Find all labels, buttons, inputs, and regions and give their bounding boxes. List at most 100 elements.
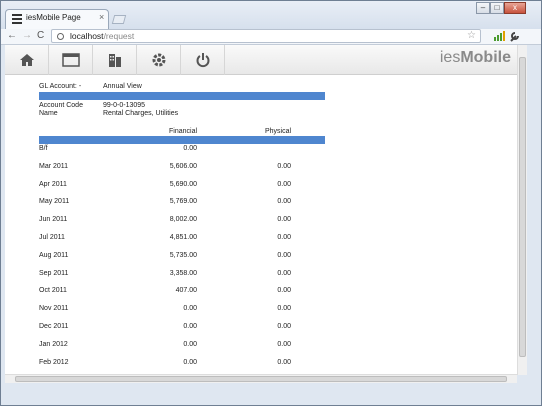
close-window-button[interactable]: x [504,2,526,14]
column-header-financial: Financial [169,128,198,135]
table-row: Jan 2012 0.00 0.00 [39,341,329,359]
period-label: Aug 2011 [39,251,69,259]
address-bar[interactable]: localhost/request ☆ [51,29,481,43]
wrench-icon[interactable] [509,31,520,42]
financial-value: 3,358.00 [169,269,197,277]
period-rows: B/f 0.00 Mar 2011 5,606.00 0.00 Apr 2011 5,690… [39,145,329,375]
financial-value: 0.00 [183,358,197,366]
physical-value: 0.00 [277,233,291,241]
browser-tab[interactable]: iesMobile Page × [5,9,109,29]
period-label: Jun 2011 [39,216,68,224]
period-label: Nov 2011 [39,305,69,313]
financial-value: 0.00 [183,145,197,152]
table-row: Aug 2011 5,735.00 0.00 [39,252,329,270]
financial-value: 5,735.00 [169,251,197,259]
maximize-button[interactable]: □ [490,2,504,14]
table-row: Oct 2011 407.00 0.00 [39,287,329,305]
url-host: localhost [70,31,104,41]
minimize-button[interactable]: – [476,2,490,14]
home-icon [19,54,34,66]
url-path: /request [103,31,135,41]
gl-account-label: GL Account: - [39,83,82,90]
financial-value: 5,606.00 [169,162,197,170]
window-icon [61,53,80,67]
physical-value: 0.00 [277,180,291,188]
power-icon [196,53,209,68]
back-button[interactable]: ← [7,30,17,41]
table-row: B/f 0.00 [39,145,329,163]
period-label: B/f [39,145,48,152]
period-label: Apr 2011 [39,180,67,188]
building-icon [108,54,121,67]
gl-view-label: Annual View [103,83,142,90]
title-bar: iesMobile Page × – □ x [1,1,541,29]
home-button[interactable] [5,45,49,75]
physical-value: 0.00 [277,269,291,277]
financial-value: 0.00 [183,305,197,313]
gl-report: GL Account: - Annual View Account Code 9… [39,83,329,375]
financial-value: 5,769.00 [169,198,197,206]
account-code-label: Account Code [39,102,83,109]
horizontal-scroll-thumb[interactable] [15,376,507,382]
period-label: Oct 2011 [39,287,67,295]
physical-value: 0.00 [277,358,291,366]
app-brand-logo: iesMobile [439,49,511,66]
page-viewport: iesMobile GL Account: - Annual View Acco… [5,45,517,375]
column-header-physical: Physical [265,128,292,135]
period-label: Jul 2011 [39,233,65,241]
physical-value: 0.00 [277,287,291,295]
header-divider-bar [39,92,325,100]
horizontal-scrollbar[interactable] [5,374,517,383]
physical-value: 0.00 [277,305,291,313]
physical-value: 0.00 [277,162,291,170]
table-row: Jun 2011 8,002.00 0.00 [39,216,329,234]
vertical-scrollbar[interactable] [517,45,527,375]
table-row: Sep 2011 3,358.00 0.00 [39,270,329,288]
table-divider-bar [39,136,325,144]
physical-value: 0.00 [277,340,291,348]
page-favicon-icon [12,14,22,24]
financial-value: 8,002.00 [169,216,197,224]
tab-title: iesMobile Page [26,13,81,22]
reports-button[interactable] [93,45,137,75]
period-label: Jan 2012 [39,340,68,348]
financial-value: 0.00 [183,322,197,330]
table-row: Dec 2011 0.00 0.00 [39,323,329,341]
settings-button[interactable] [137,45,181,75]
app-header: iesMobile [5,45,517,75]
vertical-scroll-thumb[interactable] [519,57,526,357]
power-button[interactable] [181,45,225,75]
status-bar [1,384,541,405]
table-row: Apr 2011 5,690.00 0.00 [39,181,329,199]
reload-button[interactable]: C [37,30,44,41]
physical-value: 0.00 [277,322,291,330]
financial-value: 407.00 [175,287,197,295]
table-row: May 2011 5,769.00 0.00 [39,198,329,216]
table-row: Nov 2011 0.00 0.00 [39,305,329,323]
physical-value: 0.00 [277,198,291,206]
financial-value: 0.00 [183,340,197,348]
period-label: Dec 2011 [39,322,69,330]
name-label: Name [39,110,58,117]
period-label: Feb 2012 [39,358,69,366]
window-button[interactable] [49,45,93,75]
forward-button[interactable]: → [22,30,32,41]
signal-bars-icon[interactable] [493,31,505,41]
physical-value: 0.00 [277,251,291,259]
page-info-icon [57,33,64,40]
period-label: May 2011 [39,198,70,206]
physical-value: 0.00 [277,216,291,224]
bookmark-star-icon[interactable]: ☆ [467,30,476,41]
financial-value: 5,690.00 [169,180,197,188]
financial-value: 4,851.00 [169,233,197,241]
period-label: Mar 2011 [39,162,69,170]
tab-close-icon[interactable]: × [99,12,104,22]
browser-window: iesMobile Page × – □ x ← → C localhost/r… [0,0,542,406]
table-row: Mar 2011 5,606.00 0.00 [39,163,329,181]
table-row: Jul 2011 4,851.00 0.00 [39,234,329,252]
account-code-value: 99-0-0-13095 [103,102,146,109]
period-label: Sep 2011 [39,269,69,277]
gear-icon [152,53,165,67]
new-tab-button[interactable] [111,15,127,24]
name-value: Rental Charges, Utilities [103,110,179,117]
